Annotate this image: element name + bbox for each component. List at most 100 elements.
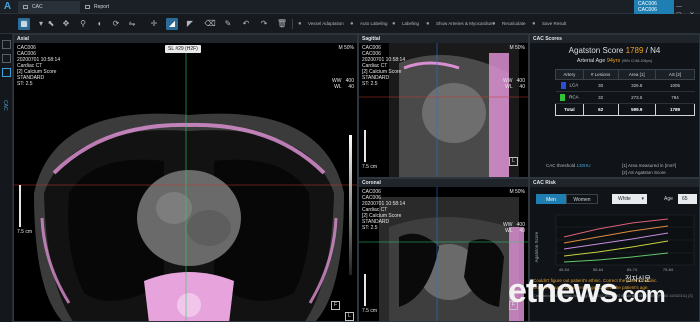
orientation-marker-f: F (331, 301, 340, 310)
cursor-icon[interactable]: ⬉ (45, 18, 57, 30)
agatston-suffix: / N4 (645, 46, 661, 55)
scale-label: 7.5 cm (362, 308, 378, 314)
auto-labeling-button[interactable]: Auto Labeling (350, 18, 388, 30)
save-result-button[interactable]: Save Result (532, 18, 566, 30)
eraser-icon[interactable]: ⌫ (204, 18, 216, 30)
layout-icon[interactable]: ▦ (18, 18, 30, 30)
window-controls[interactable]: — ▢ ✕ (676, 3, 698, 18)
agatston-score: Agatston Score 1789 / N4 (530, 46, 699, 55)
area-cell: 273.5 (618, 91, 656, 104)
artery-cell: RCA (555, 91, 584, 104)
table-row-rca[interactable]: RCA 32 273.5 784 (555, 91, 695, 104)
window-gradient-bar (349, 135, 352, 275)
window-level: WL 40 (334, 84, 354, 90)
window-level-icon[interactable]: ◐ (94, 18, 106, 30)
tab-report[interactable]: Report (80, 1, 132, 13)
trash-icon[interactable]: 🗑 (276, 18, 288, 30)
zoom-level: M 50% (338, 45, 354, 51)
sex-women-button[interactable]: Women (566, 194, 598, 204)
separator (292, 19, 293, 29)
pan-icon[interactable]: ✥ (60, 18, 72, 30)
patient-badge[interactable]: CAC006 CAC006 (634, 0, 674, 14)
axial-ct-image[interactable] (14, 43, 358, 322)
labeling-button[interactable]: Labeling (392, 18, 419, 30)
flip-icon[interactable]: ⇋ (126, 18, 138, 30)
lca-color-swatch (560, 82, 566, 89)
crosshair-icon[interactable]: ✛ (148, 18, 160, 30)
slice-thickness: ST: 2.5 (362, 81, 378, 87)
window-level: WL 40 (505, 84, 525, 90)
sex-men-button[interactable]: Men (536, 194, 566, 204)
tab-icon (23, 5, 28, 9)
viewport-title: Sagittal (359, 35, 528, 43)
lesions-cell: 62 (582, 103, 619, 116)
lesions-cell: 30 (583, 79, 619, 92)
recalculate-button[interactable]: Recalculate (492, 18, 526, 30)
slice-tooltip: SL #29 (H2F) (165, 45, 201, 53)
y-axis-label: Agatston Score (534, 231, 539, 262)
slice-thickness: ST: 2.5 (17, 81, 33, 87)
title-bar: A CAC Report CAC006 CAC006 — ▢ ✕ (0, 0, 700, 18)
roi-icon[interactable]: ◢ (166, 18, 178, 30)
area-cell: 599.9 (617, 103, 657, 116)
agatston-label: Agatston Score (568, 46, 624, 55)
watermark-korean: 전자신문 (625, 276, 651, 283)
rail-series-icon[interactable] (2, 54, 11, 63)
rail-layout-icon[interactable] (2, 40, 11, 49)
left-rail: CAC (0, 34, 13, 322)
column-header: # Lesions (582, 69, 619, 80)
measure-icon[interactable]: ◤ (184, 18, 196, 30)
area-cell: 326.8 (618, 79, 656, 92)
axial-viewport[interactable]: Axial CAC006 CAC006 20200701 10:58:14 Ca… (13, 34, 358, 322)
cac-risk-chart: Agatston Score 45-54 55-64 65-74 75-84 (534, 214, 695, 272)
scale-bar (364, 130, 366, 162)
as-cell: 1789 (655, 103, 695, 116)
table-row-lca[interactable]: LCA 30 326.8 1005 (555, 79, 695, 92)
table-row-total: Total 62 599.9 1789 (555, 103, 695, 116)
etnews-watermark: etnews.com 전자신문 (482, 270, 692, 314)
ethnicity-value: White (618, 196, 631, 202)
artery-name: LCA (569, 82, 579, 88)
scale-label: 7.5 cm (17, 229, 33, 235)
sagittal-viewport[interactable]: Sagittal CAC006 CAC006 20200701 10:58:14… (358, 34, 529, 178)
as-cell: 1005 (655, 79, 695, 92)
threshold-value: 130HU (576, 163, 591, 168)
arterial-age-label: Arterial Age (576, 58, 606, 64)
axial-patient-info: CAC006 CAC006 20200701 10:58:14 Cardiac … (17, 45, 60, 87)
cac-threshold: CAC threshold 130HU (546, 163, 591, 168)
sagittal-patient-info: CAC006 CAC006 20200701 10:58:14 Cardiac … (362, 45, 405, 87)
cac-scores-table: Artery # Lesions Area [1] AS [2] LCA 30 … (555, 69, 695, 116)
redo-icon[interactable]: ↷ (258, 18, 270, 30)
area-footnote: [1] Area measured in [mm²] (622, 163, 677, 168)
threshold-label: CAC threshold (546, 163, 576, 168)
age-input[interactable]: 65 (678, 194, 697, 204)
rotate-icon[interactable]: ⟳ (110, 18, 122, 30)
undo-icon[interactable]: ↶ (240, 18, 252, 30)
as-cell: 784 (655, 91, 695, 104)
arterial-age-value: 94yrs (606, 58, 621, 64)
vessel-adaptation-button[interactable]: Vessel Adaptation (298, 18, 344, 30)
scale-label: 7.5 cm (362, 164, 378, 170)
tab-label: Report (94, 4, 110, 10)
panel-title: CAC Risk (530, 179, 699, 187)
table-header-row: Artery # Lesions Area [1] AS [2] (555, 69, 695, 80)
ethnicity-select[interactable]: White ▾ (612, 194, 647, 204)
agatston-value: 1789 (625, 46, 644, 55)
show-arteries-button[interactable]: Show Arteries & Myocardium (426, 18, 494, 30)
arterial-age: Arterial Age 94yrs (95% CI 88-108yrs) (530, 58, 699, 64)
zoom-icon[interactable]: ⚲ (77, 18, 89, 30)
rail-cac-icon[interactable] (2, 68, 11, 77)
rail-label: CAC (2, 100, 8, 111)
orientation-marker-l: L (345, 312, 354, 321)
column-header: AS [2] (655, 69, 695, 80)
slice-thickness: ST: 2.5 (362, 225, 378, 231)
age-label: Age (664, 196, 673, 202)
tab-cac[interactable]: CAC (18, 1, 80, 13)
artery-cell: Total (555, 103, 584, 116)
column-header: Area [1] (617, 69, 657, 80)
orientation-marker: L (509, 157, 518, 166)
viewport-title: Axial (14, 35, 357, 43)
brush-icon[interactable]: ✎ (222, 18, 234, 30)
rca-color-swatch (560, 94, 566, 101)
viewport-title: Coronal (359, 179, 528, 187)
